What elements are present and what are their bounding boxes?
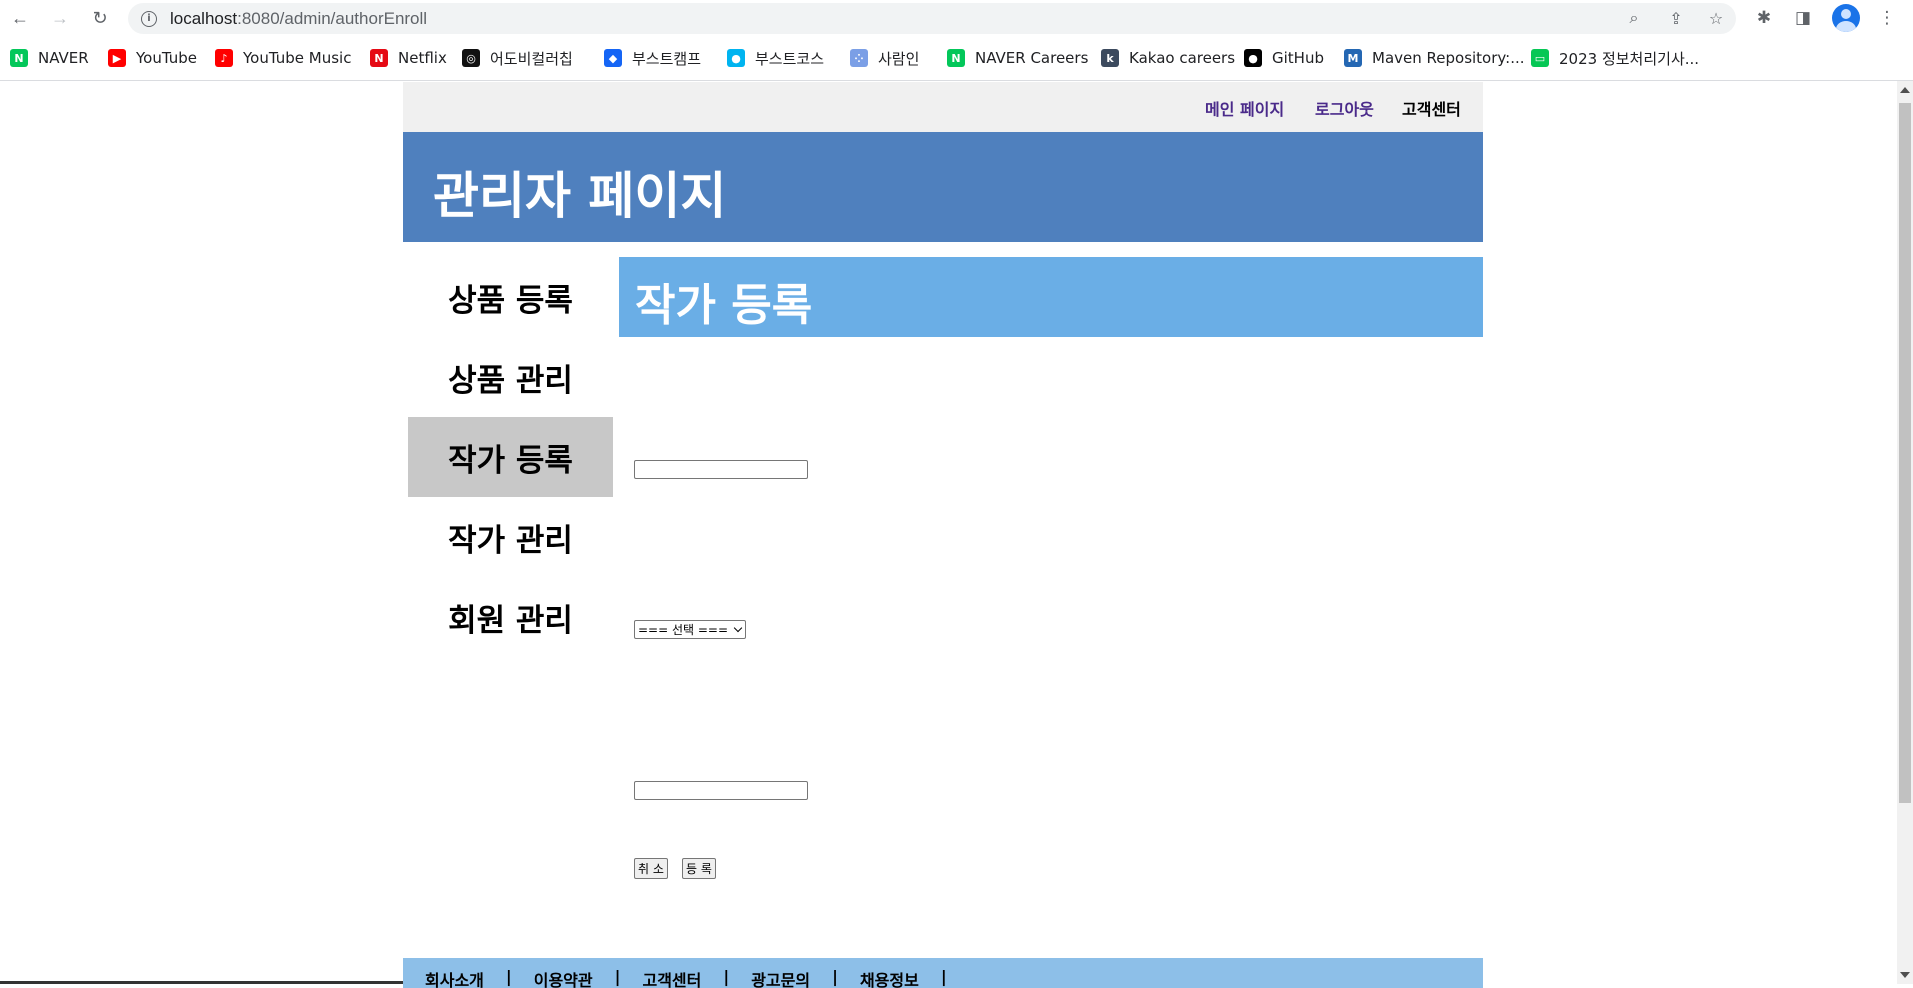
bookmark-item[interactable]: ● GitHub bbox=[1244, 46, 1324, 70]
kakao-careers-icon: k bbox=[1101, 49, 1119, 67]
bookmark-label: 어도비컬러칩 bbox=[490, 49, 573, 68]
sidebar-item-goods-manage[interactable]: 상품 관리 bbox=[408, 337, 613, 417]
main-page-link[interactable]: 메인 페이지 bbox=[1205, 96, 1284, 120]
enroll-button[interactable]: 등 록 bbox=[682, 858, 716, 879]
chrome-divider bbox=[0, 80, 1913, 81]
bookmark-item[interactable]: M Maven Repository:... bbox=[1344, 46, 1525, 70]
chevron-down-icon bbox=[733, 623, 743, 633]
bookmark-label: 부스트캠프 bbox=[632, 49, 702, 68]
youtube-music-icon: ♪ bbox=[215, 49, 233, 67]
side-panel-icon[interactable]: ◨ bbox=[1792, 7, 1814, 29]
reload-icon[interactable]: ↻ bbox=[88, 6, 112, 30]
customer-center-link[interactable]: 고객센터 bbox=[1402, 96, 1461, 120]
boostcourse-icon: ● bbox=[727, 49, 745, 67]
line-icon: ▭ bbox=[1531, 49, 1549, 67]
scroll-up-arrow-icon[interactable] bbox=[1900, 87, 1910, 93]
bookmark-item[interactable]: N NAVER bbox=[10, 46, 89, 70]
bookmark-label: GitHub bbox=[1272, 49, 1324, 67]
bookmark-label: NAVER Careers bbox=[975, 49, 1089, 67]
bookmark-item[interactable]: ▶ YouTube bbox=[108, 46, 197, 70]
footer-link-terms[interactable]: 이용약관 bbox=[534, 967, 593, 988]
bookmark-item[interactable]: N Netflix bbox=[370, 46, 447, 70]
footer-separator: | bbox=[940, 967, 947, 986]
url-text[interactable]: localhost:8080/admin/authorEnroll bbox=[170, 9, 427, 29]
nation-select-value: === 선택 === bbox=[638, 623, 729, 637]
sidebar-item-author-manage[interactable]: 작가 관리 bbox=[408, 497, 613, 577]
top-nav-bar: 메인 페이지 로그아웃 고객센터 bbox=[403, 82, 1483, 132]
bookmark-item[interactable]: ◎ 어도비컬러칩 bbox=[462, 46, 573, 70]
footer-separator: | bbox=[505, 967, 512, 986]
url-path: :8080/admin/authorEnroll bbox=[237, 9, 428, 28]
maven-icon: M bbox=[1344, 49, 1362, 67]
site-info-icon[interactable]: i bbox=[141, 11, 157, 27]
bookmark-item[interactable]: ♪ YouTube Music bbox=[215, 46, 351, 70]
bookmark-label: 부스트코스 bbox=[755, 49, 825, 68]
bookmark-label: Netflix bbox=[398, 49, 447, 67]
bookmark-item[interactable]: ◆ 부스트캠프 bbox=[604, 46, 701, 70]
page-title: 관리자 페이지 bbox=[433, 167, 727, 225]
admin-sidebar: 상품 등록 상품 관리 작가 등록 작가 관리 회원 관리 bbox=[408, 257, 613, 657]
bookmark-label: 사람인 bbox=[878, 49, 920, 68]
bookmark-star-icon[interactable]: ☆ bbox=[1705, 8, 1727, 30]
scroll-thumb[interactable] bbox=[1899, 103, 1911, 803]
adobe-color-icon: ◎ bbox=[462, 49, 480, 67]
profile-avatar[interactable] bbox=[1832, 4, 1860, 32]
netflix-icon: N bbox=[370, 49, 388, 67]
nation-select[interactable]: === 선택 === bbox=[634, 620, 746, 639]
bookmark-label: Maven Repository:... bbox=[1372, 49, 1525, 67]
sidebar-item-member-manage[interactable]: 회원 관리 bbox=[408, 577, 613, 657]
github-icon: ● bbox=[1244, 49, 1262, 67]
boostcamp-icon: ◆ bbox=[604, 49, 622, 67]
footer-link-customer-center[interactable]: 고객센터 bbox=[642, 967, 701, 988]
scroll-down-arrow-icon[interactable] bbox=[1900, 972, 1910, 978]
footer-link-ads[interactable]: 광고문의 bbox=[751, 967, 810, 988]
page-header: 관리자 페이지 bbox=[403, 132, 1483, 242]
naver-careers-icon: N bbox=[947, 49, 965, 67]
content-title: 작가 등록 bbox=[635, 280, 813, 331]
page-scrollbar[interactable] bbox=[1897, 81, 1913, 984]
bookmark-item[interactable]: ⁘ 사람인 bbox=[850, 46, 919, 70]
extensions-icon[interactable]: ✱ bbox=[1753, 7, 1775, 29]
sidebar-item-goods-enroll[interactable]: 상품 등록 bbox=[408, 257, 613, 337]
bookmark-label: NAVER bbox=[38, 49, 89, 67]
bookmark-item[interactable]: N NAVER Careers bbox=[947, 46, 1088, 70]
sidebar-item-author-enroll[interactable]: 작가 등록 bbox=[408, 417, 613, 497]
bookmark-item[interactable]: ● 부스트코스 bbox=[727, 46, 824, 70]
bookmark-item[interactable]: k Kakao careers bbox=[1101, 46, 1235, 70]
share-icon[interactable]: ⇪ bbox=[1665, 8, 1687, 30]
footer-link-careers[interactable]: 채용정보 bbox=[860, 967, 919, 988]
forward-icon[interactable]: → bbox=[48, 6, 72, 30]
footer-link-company[interactable]: 회사소개 bbox=[425, 967, 484, 988]
address-bar[interactable]: i localhost:8080/admin/authorEnroll ⌕ ⇪ … bbox=[128, 3, 1736, 34]
footer-separator: | bbox=[832, 967, 838, 986]
menu-icon[interactable]: ⋮ bbox=[1876, 7, 1898, 29]
footer-separator: | bbox=[723, 967, 730, 986]
author-intro-input[interactable] bbox=[634, 781, 808, 800]
saramin-icon: ⁘ bbox=[850, 49, 868, 67]
back-icon[interactable]: ← bbox=[8, 6, 32, 30]
logout-link[interactable]: 로그아웃 bbox=[1315, 96, 1374, 120]
zoom-icon[interactable]: ⌕ bbox=[1623, 8, 1645, 30]
footer-links: 회사소개 | 이용약관 | 고객센터 | 광고문의 | 채용정보 | bbox=[425, 967, 969, 988]
footer-separator: | bbox=[614, 967, 621, 986]
bookmark-label: YouTube bbox=[136, 49, 197, 67]
bookmark-item[interactable]: ▭ 2023 정보처리기사... bbox=[1531, 46, 1699, 70]
youtube-icon: ▶ bbox=[108, 49, 126, 67]
bookmarks-bar: N NAVER ▶ YouTube ♪ YouTube Music N Netflix ◎ 어도비… bbox=[0, 44, 1913, 72]
cancel-button[interactable]: 취 소 bbox=[634, 858, 668, 879]
content-title-bar: 작가 등록 bbox=[619, 257, 1483, 337]
bookmark-label: 2023 정보처리기사... bbox=[1559, 49, 1700, 68]
bookmark-label: YouTube Music bbox=[243, 49, 352, 67]
naver-icon: N bbox=[10, 49, 28, 67]
bookmark-label: Kakao careers bbox=[1129, 49, 1236, 67]
url-host: localhost bbox=[170, 9, 238, 28]
author-name-input[interactable] bbox=[634, 460, 808, 479]
browser-toolbar: ← → ↻ i localhost:8080/admin/authorEnrol… bbox=[0, 0, 1913, 36]
